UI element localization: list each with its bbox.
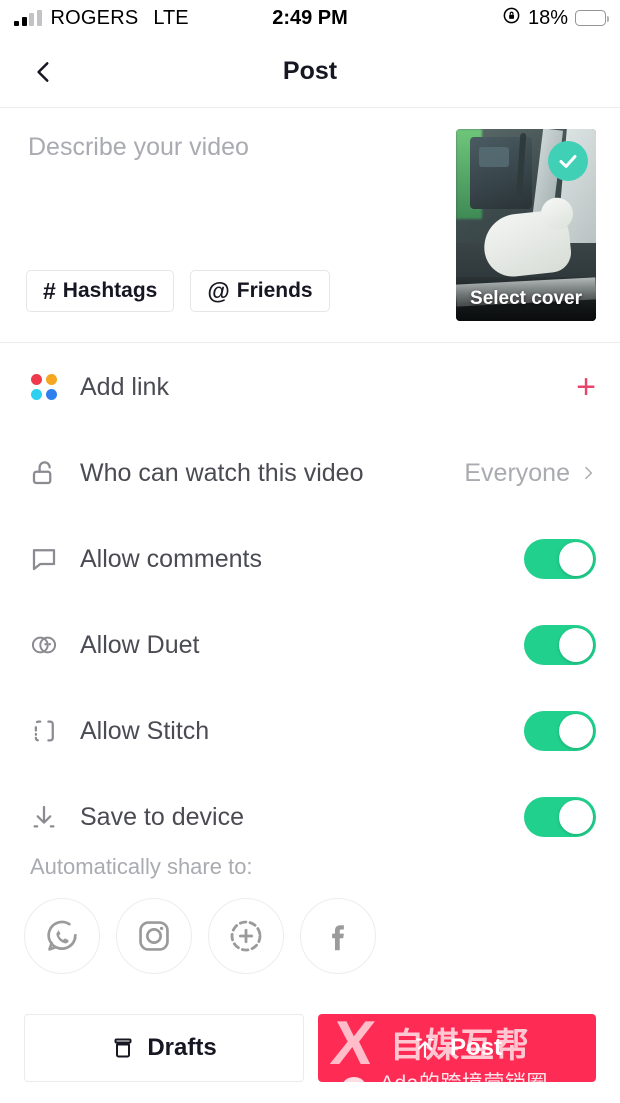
auto-share-title: Automatically share to:: [30, 854, 253, 879]
download-icon: [22, 802, 66, 832]
hashtag-icon: #: [43, 277, 56, 304]
toggle-allow-stitch[interactable]: [524, 711, 596, 751]
settings-label-allow-duet: Allow Duet: [80, 630, 200, 659]
settings-row-add-link[interactable]: Add link +: [0, 344, 620, 430]
auto-share-section: Automatically share to:: [0, 840, 620, 1010]
carrier-name: ROGERS: [50, 6, 139, 29]
settings-label-allow-stitch: Allow Stitch: [80, 716, 210, 745]
instagram-stories-icon: [230, 920, 262, 952]
stitch-icon: [22, 716, 66, 746]
share-target-instagram-stories[interactable]: [208, 898, 284, 974]
nav-bar: Post: [0, 36, 620, 108]
unlock-icon: [22, 458, 66, 488]
cover-thumbnail[interactable]: Select cover: [456, 129, 596, 321]
settings-label-privacy: Who can watch this video: [80, 458, 364, 487]
caption-input[interactable]: [28, 132, 418, 262]
post-button[interactable]: Post: [318, 1014, 596, 1082]
friends-button[interactable]: @ Friends: [190, 270, 330, 312]
bottom-action-bar: Drafts Post: [0, 1000, 620, 1103]
drafts-button[interactable]: Drafts: [24, 1014, 304, 1082]
signal-bars-icon: [14, 10, 42, 26]
four-dots-grid-icon: [22, 374, 66, 400]
settings-label-add-link: Add link: [80, 372, 169, 401]
settings-row-allow-stitch[interactable]: Allow Stitch: [0, 688, 620, 774]
chevron-right-icon: [585, 466, 593, 480]
check-circle-icon: [548, 141, 588, 181]
back-button[interactable]: [22, 50, 66, 94]
at-mention-icon: @: [207, 277, 230, 304]
post-label: Post: [449, 1034, 502, 1061]
toggle-allow-duet[interactable]: [524, 625, 596, 665]
hashtags-label: Hashtags: [62, 279, 158, 302]
hashtags-button[interactable]: # Hashtags: [26, 270, 175, 312]
settings-row-privacy[interactable]: Who can watch this video Everyone: [0, 430, 620, 516]
toggle-allow-comments[interactable]: [524, 539, 596, 579]
settings-label-save-to-device: Save to device: [80, 802, 244, 831]
network-type: LTE: [153, 6, 189, 29]
toggle-save-to-device[interactable]: [524, 797, 596, 837]
whatsapp-icon: [47, 920, 77, 951]
friends-label: Friends: [236, 279, 313, 302]
share-target-whatsapp[interactable]: [24, 898, 100, 974]
share-target-facebook[interactable]: [300, 898, 376, 974]
drafts-label: Drafts: [147, 1034, 217, 1061]
comment-bubble-icon: [22, 544, 66, 574]
share-target-instagram[interactable]: [116, 898, 192, 974]
upload-arrow-icon: [416, 1038, 434, 1058]
tiktok-post-screen: ROGERS LTE 2:49 PM 18% Post Describe you…: [0, 0, 620, 1103]
rotation-lock-icon: [502, 6, 521, 30]
settings-row-save-to-device[interactable]: Save to device: [0, 774, 620, 840]
chevron-left-icon: [37, 61, 49, 82]
settings-label-allow-comments: Allow comments: [80, 544, 262, 573]
privacy-value: Everyone: [464, 458, 570, 487]
battery-icon: [575, 10, 609, 26]
duet-icon: [22, 629, 66, 661]
status-bar-right: 18%: [502, 6, 609, 30]
settings-row-allow-comments[interactable]: Allow comments: [0, 516, 620, 602]
page-title: Post: [282, 57, 338, 85]
instagram-icon: [139, 921, 169, 951]
select-cover-bar[interactable]: Select cover: [456, 277, 596, 321]
settings-list: Add link + Who can watch this video Ever…: [0, 344, 620, 840]
caption-pill-row: # Hashtags @ Friends: [26, 270, 330, 312]
status-bar: ROGERS LTE 2:49 PM 18%: [0, 0, 620, 36]
status-bar-left: ROGERS LTE: [14, 7, 189, 30]
caption-section: # Hashtags @ Friends: [0, 109, 620, 343]
facebook-icon: [332, 925, 344, 951]
select-cover-label: Select cover: [470, 288, 582, 309]
battery-percent: 18%: [527, 6, 568, 29]
add-link-plus-button[interactable]: +: [576, 370, 596, 404]
auto-share-icon-row: [24, 898, 376, 974]
archive-box-icon: [114, 1038, 132, 1058]
settings-row-allow-duet[interactable]: Allow Duet: [0, 602, 620, 688]
